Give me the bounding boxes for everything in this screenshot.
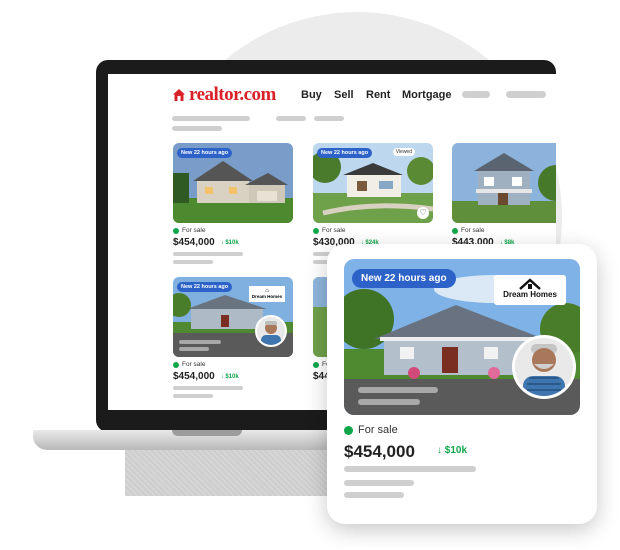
listing-status: For sale	[182, 227, 206, 234]
featured-listing-photo[interactable]: New 22 hours ago Dream Homes	[344, 259, 580, 415]
status-dot	[173, 227, 179, 234]
search-placeholder	[172, 116, 250, 121]
detail-placeholder	[173, 386, 243, 390]
nav-rent[interactable]: Rent	[366, 89, 390, 101]
roof-icon	[519, 278, 541, 290]
listing-price: $454,000	[344, 442, 415, 461]
listing-photo[interactable]: New 22 hours ago	[173, 143, 293, 223]
status-dot	[344, 425, 353, 435]
status-dot	[313, 227, 319, 234]
listing-photo[interactable]: New 22 hours ago Viewed ♡	[313, 143, 433, 223]
price-drop: ↓ $10k	[437, 445, 468, 456]
nav-buy[interactable]: Buy	[301, 89, 322, 101]
new-listing-badge: New 22 hours ago	[352, 269, 456, 288]
search-placeholder	[172, 126, 222, 131]
agent-avatar[interactable]	[255, 315, 287, 347]
viewed-badge: Viewed	[392, 148, 415, 156]
nav-sell[interactable]: Sell	[334, 89, 354, 101]
laptop-pedestal	[125, 448, 350, 496]
logo-text: realtor.com	[189, 84, 276, 105]
status-dot	[452, 227, 458, 234]
new-listing-badge: New 22 hours ago	[317, 148, 373, 158]
agent-photo	[515, 338, 573, 396]
detail-placeholder	[344, 466, 476, 472]
filter-placeholder	[276, 116, 306, 121]
listing-photo[interactable]	[452, 143, 556, 223]
new-listing-badge: New 22 hours ago	[177, 148, 233, 158]
agent-photo	[257, 317, 285, 345]
status-dot	[173, 361, 179, 368]
featured-listing-card[interactable]: New 22 hours ago Dream Homes For sale $4…	[327, 244, 597, 524]
realtor-logo[interactable]: realtor.com	[172, 84, 276, 106]
dream-homes-logo: ⌂ Dream Homes	[249, 286, 285, 302]
listing-price: $454,000	[173, 237, 215, 248]
nav-placeholder	[506, 91, 546, 98]
listing-photo[interactable]: New 22 hours ago ⌂ Dream Homes	[173, 277, 293, 357]
listing-card[interactable]: New 22 hours ago ⌂ Dream Homes For sale …	[173, 277, 293, 398]
detail-placeholder	[173, 260, 213, 264]
laptop-notch	[172, 430, 242, 436]
price-drop: ↓ $10k	[220, 373, 239, 380]
agent-avatar[interactable]	[512, 335, 576, 399]
nav-mortgage[interactable]: Mortgage	[402, 89, 452, 101]
listing-card[interactable]: New 22 hours ago For sale $454,000 ↓ $10k	[173, 143, 293, 264]
price-drop: ↓ $10k	[220, 239, 239, 246]
detail-placeholder	[344, 492, 404, 498]
brand-name: Dream Homes	[251, 294, 283, 299]
detail-placeholder	[173, 252, 243, 256]
dream-homes-logo: Dream Homes	[494, 275, 566, 305]
status-dot	[313, 361, 319, 368]
new-listing-badge: New 22 hours ago	[177, 282, 233, 292]
brand-name: Dream Homes	[503, 290, 557, 299]
detail-placeholder	[173, 394, 213, 398]
house-photo	[452, 143, 556, 223]
nav-placeholder	[462, 91, 490, 98]
house-logo-icon	[173, 89, 185, 101]
listing-status: For sale	[182, 361, 206, 368]
listing-status: For sale	[358, 424, 398, 436]
heart-icon[interactable]: ♡	[417, 207, 429, 219]
listing-price: $454,000	[173, 371, 215, 382]
filter-placeholder	[314, 116, 344, 121]
detail-placeholder	[344, 480, 414, 486]
listing-status: For sale	[322, 227, 346, 234]
listing-status: For sale	[461, 227, 485, 234]
